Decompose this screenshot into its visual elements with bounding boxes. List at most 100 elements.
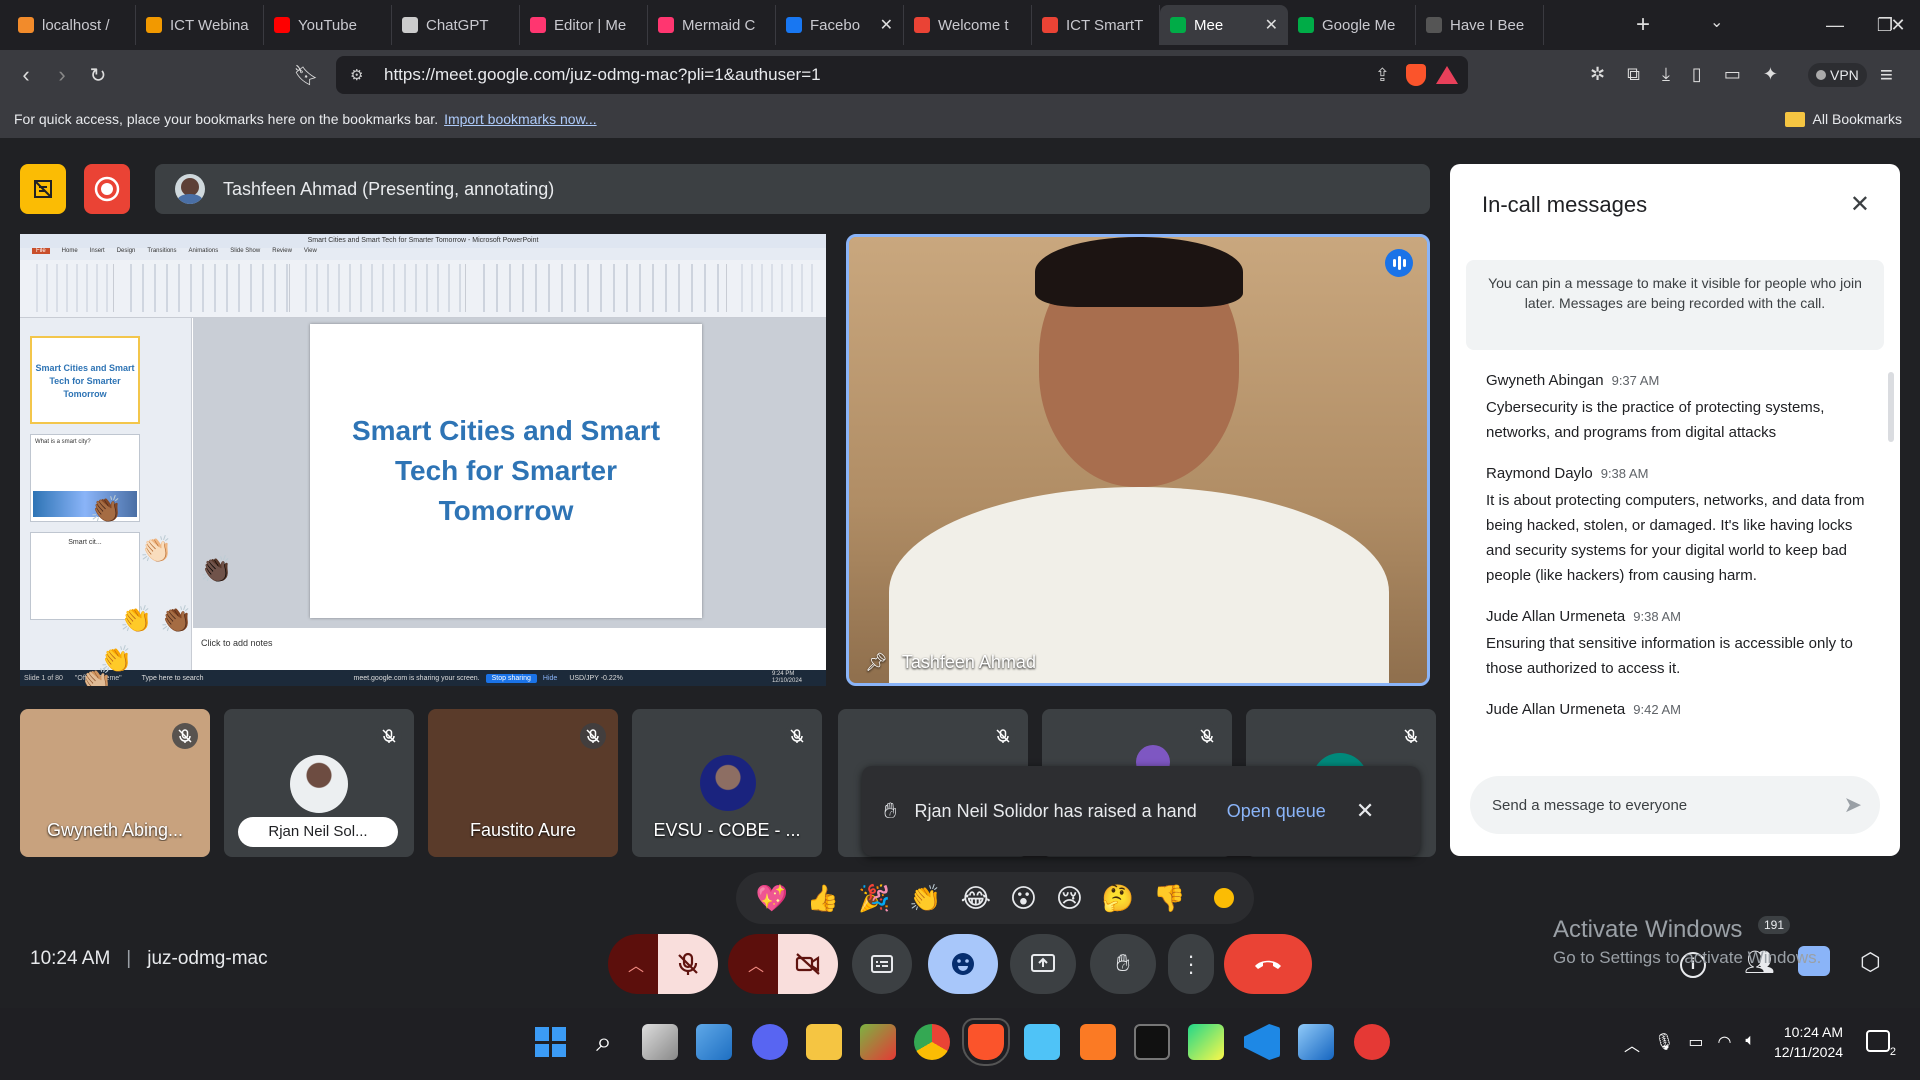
close-window-button[interactable]: ✕ [1876,0,1920,50]
forward-button[interactable]: › [44,57,80,93]
participant-tile[interactable]: Rjan Neil Sol... [224,709,414,857]
close-chat-icon[interactable]: ✕ [1850,190,1870,219]
reaction-emoji[interactable]: 🎉 [858,883,890,914]
audio-options-button[interactable]: ︿ [608,934,664,994]
app-icon[interactable] [860,1024,896,1060]
browser-tab[interactable]: Editor | Me [520,5,648,45]
menu-icon[interactable]: ≡ [1880,62,1893,88]
captions-button[interactable] [852,934,912,994]
tab-search-chevron-icon[interactable]: ⌄ [1710,12,1723,32]
browser-tab[interactable]: Mee ✕ [1160,5,1288,45]
pin-icon[interactable]: 📌︎ [865,652,888,673]
virtualbox-icon[interactable] [1298,1024,1334,1060]
minimize-button[interactable]: — [1808,0,1862,50]
xampp-icon[interactable] [1080,1024,1116,1060]
close-tab-icon[interactable]: ✕ [880,15,893,35]
participant-tile[interactable]: Gwyneth Abing... [20,709,210,857]
video-options-button[interactable]: ︿ [728,934,784,994]
slide-thumbnail-2[interactable]: What is a smart city? [30,434,140,522]
chat-message[interactable]: Raymond Daylo 9:38 AM It is about protecti… [1486,465,1876,588]
recording-button[interactable] [84,164,130,214]
mic-toggle-button[interactable] [658,934,718,994]
ppt-notes-pane[interactable]: Click to add notes [193,628,826,670]
new-tab-button[interactable]: + [1628,10,1658,40]
slide-thumbnail-1[interactable]: Smart Cities and Smart Tech for Smarter … [30,336,140,424]
site-info-icon[interactable]: ⚙︎ [350,66,363,84]
browser-tab[interactable]: YouTube [264,5,392,45]
chat-message[interactable]: Jude Allan Urmeneta 9:42 AM [1486,701,1876,718]
bookmark-icon[interactable]: 🔖︎ [288,57,324,93]
browser-tab[interactable]: Welcome t [904,5,1032,45]
browser-tab[interactable]: Have I Bee [1416,5,1544,45]
annotation-toggle-button[interactable] [20,164,66,214]
task-view-icon[interactable] [642,1024,678,1060]
browser-tab[interactable]: Google Me [1288,5,1416,45]
leo-ai-icon[interactable]: ✦ [1763,64,1778,85]
send-icon[interactable]: ➤ [1844,792,1862,818]
brave-shields-icon[interactable] [1406,64,1426,86]
open-queue-button[interactable]: Open queue [1227,801,1326,822]
brave-icon[interactable] [962,1018,1010,1066]
chrome-icon[interactable] [914,1024,950,1060]
wifi-icon[interactable]: ◠ [1717,1032,1731,1056]
back-button[interactable]: ‹ [8,57,44,93]
wps-icon[interactable] [1354,1024,1390,1060]
camera-toggle-button[interactable] [778,934,838,994]
participant-tile[interactable]: Faustito Aure [428,709,618,857]
reaction-emoji[interactable]: 😮 [1010,883,1037,914]
notepad-icon[interactable] [1024,1024,1060,1060]
browser-tab[interactable]: ICT Webina [136,5,264,45]
more-options-button[interactable]: · · · [1168,934,1214,994]
browser-tab[interactable]: localhost / [8,5,136,45]
chat-message[interactable]: Jude Allan Urmeneta 9:38 AM Ensuring that … [1486,608,1876,681]
leave-call-button[interactable] [1224,934,1312,994]
reaction-emoji[interactable]: 😢 [1056,883,1083,914]
reload-button[interactable]: ↻ [80,57,116,93]
activities-button[interactable]: ⬡ [1860,948,1881,977]
browser-tab[interactable]: ChatGPT [392,5,520,45]
shared-screen[interactable]: Smart Cities and Smart Tech for Smarter … [20,234,826,686]
notification-icon[interactable]: 2 [1866,1030,1896,1058]
reaction-emoji[interactable]: 👏 [909,883,941,914]
sidebar-icon[interactable]: ▯ [1692,64,1702,85]
participant-tile[interactable]: EVSU - COBE - ... [632,709,822,857]
share-icon[interactable]: ⇪ [1375,65,1390,86]
search-icon[interactable]: ⌕ [586,1024,622,1060]
reactions-button[interactable] [928,934,998,994]
cookie-icon[interactable]: ✲ [1590,64,1605,85]
reaction-emoji[interactable]: 👎 [1153,883,1185,914]
browser-tab[interactable]: Facebo ✕ [776,5,904,45]
reaction-emoji[interactable]: 😂 [961,883,991,914]
wallet-icon[interactable]: ▭ [1724,64,1741,85]
chat-input[interactable]: Send a message to everyone ➤ [1470,776,1880,834]
import-bookmarks-link[interactable]: Import bookmarks now... [444,111,597,127]
chevron-up-icon[interactable]: ︿ [1624,1032,1640,1056]
browser-tab[interactable]: Mermaid C [648,5,776,45]
mic-icon[interactable]: 🎙︎ [1654,1032,1674,1056]
pycharm-icon[interactable] [1188,1024,1224,1060]
chat-message[interactable]: Gwyneth Abingan 9:37 AM Cybersecurity is t… [1486,372,1876,445]
present-button[interactable] [1010,934,1076,994]
brave-rewards-icon[interactable] [1436,66,1458,84]
close-toast-icon[interactable]: ✕ [1356,798,1374,824]
address-bar[interactable]: ⚙︎ https://meet.google.com/juz-odmg-mac?… [336,56,1468,94]
reaction-emoji[interactable]: 👍 [807,883,839,914]
vpn-button[interactable]: VPN [1808,63,1867,87]
taskbar-clock[interactable]: 10:24 AM 12/11/2024 [1774,1022,1843,1062]
all-bookmarks-button[interactable]: All Bookmarks [1784,111,1902,127]
chat-scrollbar[interactable] [1888,372,1894,442]
start-icon[interactable] [532,1024,568,1060]
vscode-icon[interactable] [1244,1024,1280,1060]
reaction-emoji[interactable]: 🤔 [1102,883,1134,914]
widgets-icon[interactable] [696,1024,732,1060]
browser-tab[interactable]: ICT SmartT [1032,5,1160,45]
download-icon[interactable]: ⤓ [1662,64,1670,85]
skin-tone-picker[interactable] [1212,886,1236,910]
extensions-icon[interactable]: ⧉ [1627,64,1640,85]
discord-icon[interactable] [752,1024,788,1060]
terminal-icon[interactable] [1134,1024,1170,1060]
raise-hand-button[interactable]: ✋︎ [1090,934,1156,994]
close-tab-icon[interactable]: ✕ [1265,15,1278,35]
volume-icon[interactable]: 🔈︎ [1745,1032,1755,1056]
battery-icon[interactable]: ▭ [1688,1032,1703,1056]
